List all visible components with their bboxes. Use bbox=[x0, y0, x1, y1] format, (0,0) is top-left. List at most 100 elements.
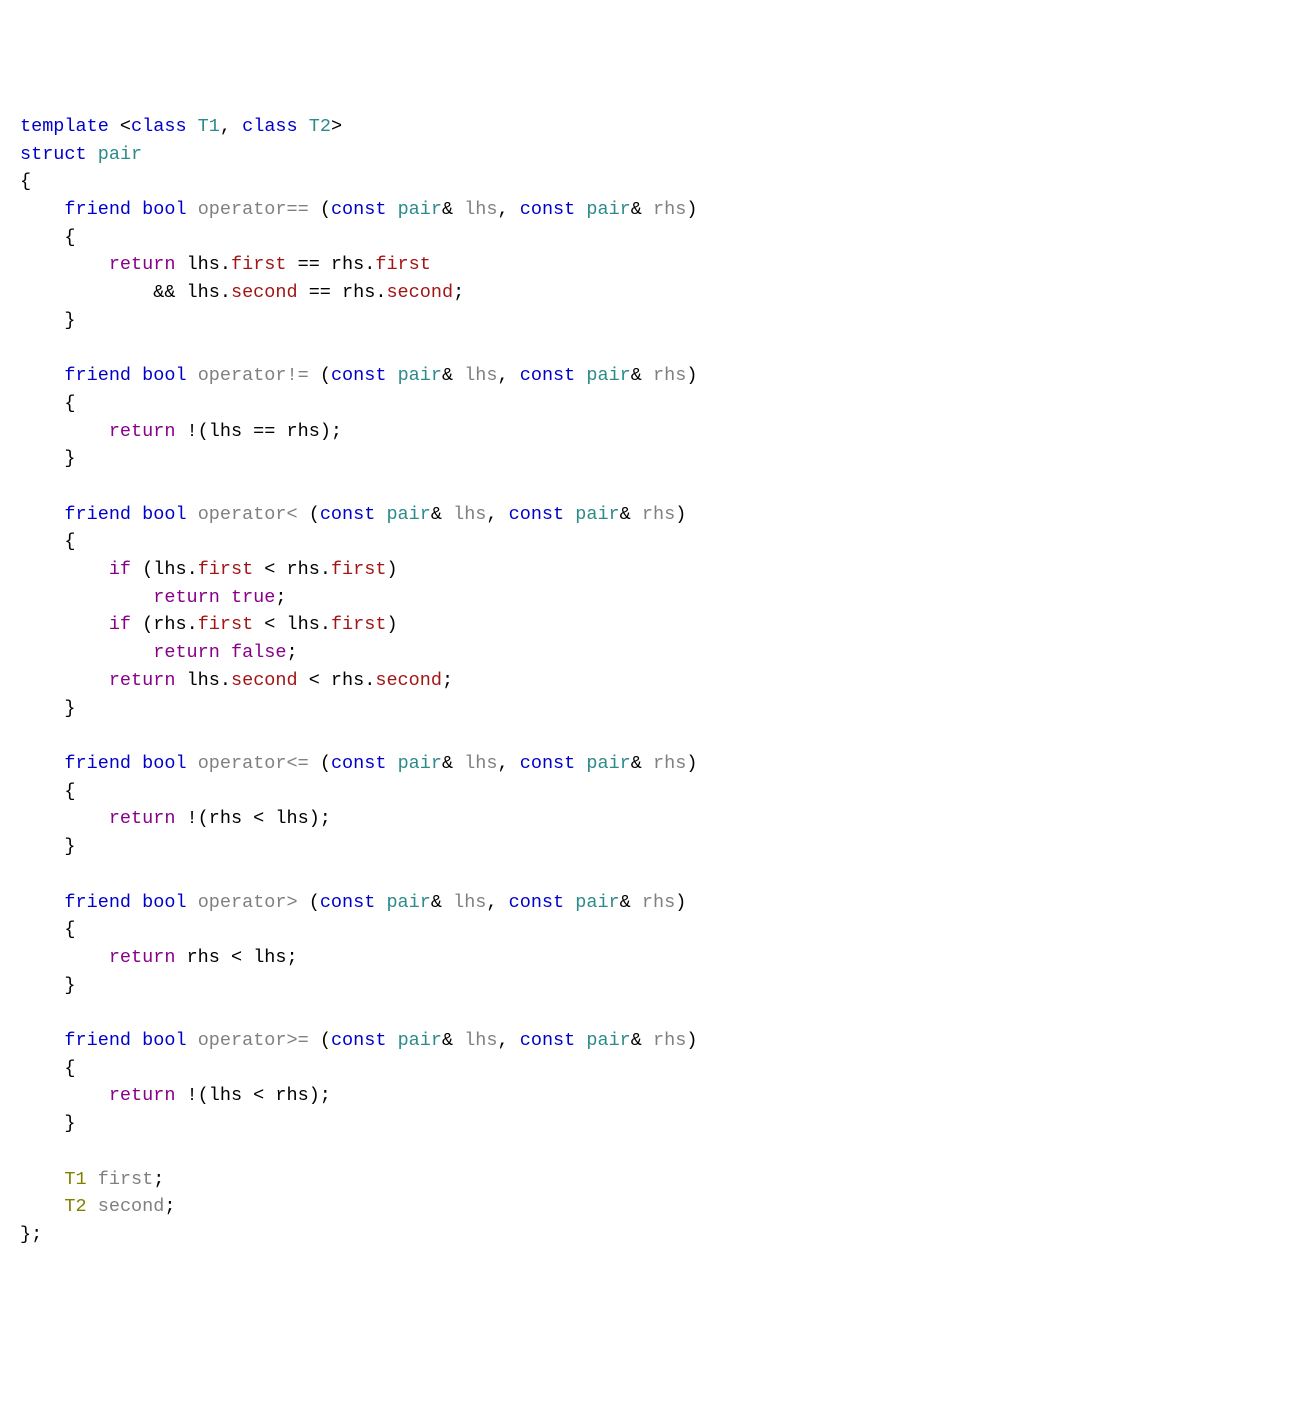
token: ) bbox=[686, 1030, 697, 1051]
token: pair bbox=[586, 199, 630, 220]
token bbox=[131, 199, 142, 220]
token bbox=[386, 199, 397, 220]
token: const bbox=[520, 753, 576, 774]
token: const bbox=[331, 753, 387, 774]
token: pair bbox=[586, 1030, 630, 1051]
token: { bbox=[64, 781, 75, 802]
token: struct bbox=[20, 144, 87, 165]
token: { bbox=[64, 227, 75, 248]
token: pair bbox=[386, 504, 430, 525]
token bbox=[386, 753, 397, 774]
token: rhs bbox=[153, 614, 186, 635]
token: !( bbox=[175, 808, 208, 829]
token: pair bbox=[398, 365, 442, 386]
token: lhs bbox=[153, 559, 186, 580]
token: ) bbox=[386, 614, 397, 635]
token: false bbox=[231, 642, 287, 663]
token: second bbox=[375, 670, 442, 691]
token: ( bbox=[309, 753, 331, 774]
token: first bbox=[331, 614, 387, 635]
token: lhs bbox=[253, 947, 286, 968]
token: ( bbox=[298, 892, 320, 913]
token: lhs bbox=[187, 254, 220, 275]
token: operator!= bbox=[198, 365, 309, 386]
token: , bbox=[498, 753, 520, 774]
token: }; bbox=[20, 1224, 42, 1245]
token: pair bbox=[398, 753, 442, 774]
token: . bbox=[220, 254, 231, 275]
token bbox=[187, 1030, 198, 1051]
token bbox=[386, 1030, 397, 1051]
token: return bbox=[109, 947, 176, 968]
token: first bbox=[198, 559, 254, 580]
token: first bbox=[198, 614, 254, 635]
token bbox=[575, 199, 586, 220]
token: true bbox=[231, 587, 275, 608]
token: } bbox=[64, 836, 75, 857]
token: pair bbox=[575, 504, 619, 525]
token: first bbox=[231, 254, 287, 275]
token: < bbox=[253, 614, 286, 635]
token: ) bbox=[686, 199, 697, 220]
token: if bbox=[109, 614, 131, 635]
token bbox=[187, 199, 198, 220]
token: rhs bbox=[275, 1085, 308, 1106]
token: T2 bbox=[64, 1196, 86, 1217]
token: & bbox=[631, 753, 653, 774]
token: lhs bbox=[464, 199, 497, 220]
token: & bbox=[631, 365, 653, 386]
token: == bbox=[287, 254, 331, 275]
token: & bbox=[620, 504, 642, 525]
token: . bbox=[375, 282, 386, 303]
token: first bbox=[375, 254, 431, 275]
token bbox=[175, 670, 186, 691]
token: return bbox=[109, 1085, 176, 1106]
token: friend bbox=[64, 753, 131, 774]
token: ( bbox=[309, 365, 331, 386]
token bbox=[187, 116, 198, 137]
token: < bbox=[253, 559, 286, 580]
token: rhs bbox=[187, 947, 220, 968]
token: bool bbox=[142, 753, 186, 774]
token: pair bbox=[386, 892, 430, 913]
token: ) bbox=[686, 365, 697, 386]
token: ; bbox=[442, 670, 453, 691]
token: { bbox=[64, 919, 75, 940]
token: pair bbox=[398, 199, 442, 220]
token: { bbox=[20, 171, 31, 192]
token: return bbox=[109, 421, 176, 442]
token: ; bbox=[153, 1169, 164, 1190]
token: ; bbox=[287, 947, 298, 968]
token: friend bbox=[64, 365, 131, 386]
token: < bbox=[242, 808, 275, 829]
token: ) bbox=[675, 504, 686, 525]
token: , bbox=[220, 116, 242, 137]
token: second bbox=[98, 1196, 165, 1217]
token bbox=[131, 892, 142, 913]
token bbox=[375, 892, 386, 913]
token: ( bbox=[309, 1030, 331, 1051]
token: operator<= bbox=[198, 753, 309, 774]
token: ); bbox=[309, 808, 331, 829]
token: pair bbox=[398, 1030, 442, 1051]
token bbox=[298, 116, 309, 137]
token: bool bbox=[142, 199, 186, 220]
token: . bbox=[220, 282, 231, 303]
token: rhs bbox=[653, 753, 686, 774]
token: { bbox=[64, 531, 75, 552]
token bbox=[131, 753, 142, 774]
token: class bbox=[242, 116, 298, 137]
token bbox=[564, 504, 575, 525]
token: == bbox=[242, 421, 286, 442]
token: lhs bbox=[464, 365, 497, 386]
token: } bbox=[64, 698, 75, 719]
token: rhs bbox=[331, 670, 364, 691]
token bbox=[564, 892, 575, 913]
token: , bbox=[498, 199, 520, 220]
token: < bbox=[298, 670, 331, 691]
token: ; bbox=[275, 587, 286, 608]
token: pair bbox=[98, 144, 142, 165]
token: > bbox=[331, 116, 342, 137]
token bbox=[375, 504, 386, 525]
token: second bbox=[231, 670, 298, 691]
